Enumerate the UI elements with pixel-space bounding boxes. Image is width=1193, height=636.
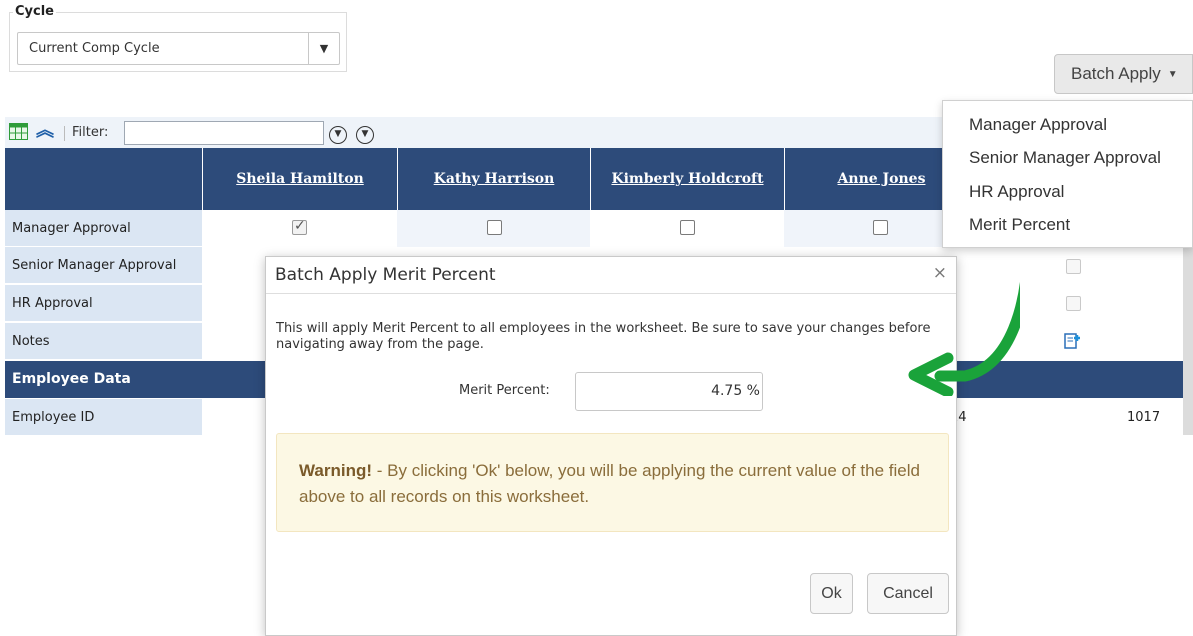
ok-button[interactable]: Ok <box>810 573 853 614</box>
employee-link[interactable]: Sheila Hamilton <box>236 171 364 187</box>
filter-input[interactable] <box>124 121 324 145</box>
cycle-select-value: Current Comp Cycle <box>29 41 160 56</box>
row-label-notes: Notes <box>5 323 202 360</box>
row-label-hr-approval: HR Approval <box>5 285 202 322</box>
manager-approval-checkbox[interactable] <box>680 220 695 235</box>
filter-down-icon[interactable]: ▼ <box>329 126 347 144</box>
add-note-icon[interactable] <box>1064 333 1082 350</box>
toolbar-divider <box>64 126 65 141</box>
column-header-employee[interactable]: Kimberly Holdcroft <box>590 148 784 210</box>
caret-down-icon: ▼ <box>1167 68 1178 80</box>
batch-apply-menu: Manager Approval Senior Manager Approval… <box>942 100 1193 248</box>
hr-approval-checkbox[interactable] <box>1066 296 1081 311</box>
employee-id-value: 1017 <box>1127 410 1161 425</box>
merit-percent-input[interactable]: 4.75 % <box>575 372 763 411</box>
cancel-button[interactable]: Cancel <box>867 573 949 614</box>
filter-label: Filter: <box>72 125 109 140</box>
dialog-divider <box>266 293 956 294</box>
warning-title: Warning! <box>299 461 373 480</box>
row-label-employee-id: Employee ID <box>5 399 202 436</box>
employee-link[interactable]: Anne Jones <box>838 171 926 187</box>
row-label-manager-approval: Manager Approval <box>5 210 202 247</box>
column-header-employee[interactable]: Sheila Hamilton <box>202 148 397 210</box>
annotation-arrow-icon <box>908 281 1020 396</box>
menu-item-merit-percent[interactable]: Merit Percent <box>969 215 1070 235</box>
filter-down-alt-icon[interactable]: ▼ <box>356 126 374 144</box>
chevron-down-icon[interactable]: ▼ <box>308 33 339 64</box>
batch-apply-dialog: Batch Apply Merit Percent × This will ap… <box>265 256 957 636</box>
grid-icon[interactable] <box>9 123 28 140</box>
batch-apply-label: Batch Apply <box>1071 64 1161 83</box>
senior-manager-approval-checkbox[interactable] <box>1066 259 1081 274</box>
menu-item-manager-approval[interactable]: Manager Approval <box>969 115 1107 135</box>
employee-link[interactable]: Kathy Harrison <box>434 171 555 187</box>
cycle-select[interactable]: Current Comp Cycle ▼ <box>17 32 340 65</box>
menu-item-hr-approval[interactable]: HR Approval <box>969 182 1064 202</box>
batch-apply-button[interactable]: Batch Apply ▼ <box>1054 54 1193 94</box>
column-header-employee[interactable]: Kathy Harrison <box>397 148 590 210</box>
section-label: Employee Data <box>12 371 131 387</box>
manager-approval-checkbox[interactable] <box>487 220 502 235</box>
dialog-title: Batch Apply Merit Percent <box>275 265 496 285</box>
dialog-description: This will apply Merit Percent to all emp… <box>276 321 931 352</box>
merit-percent-label: Merit Percent: <box>459 383 550 398</box>
warning-alert: Warning! - By clicking 'Ok' below, you w… <box>276 433 949 532</box>
grid-header-corner <box>5 148 202 210</box>
employee-link[interactable]: Kimberly Holdcroft <box>611 171 763 187</box>
row-label-senior-manager-approval: Senior Manager Approval <box>5 247 202 284</box>
warning-text: - By clicking 'Ok' below, you will be ap… <box>299 461 920 506</box>
manager-approval-checkbox[interactable] <box>292 218 307 235</box>
cycle-legend: Cycle <box>13 4 56 19</box>
manager-approval-checkbox[interactable] <box>873 220 888 235</box>
collapse-icon[interactable]: ︽ <box>36 121 56 141</box>
menu-item-senior-manager-approval[interactable]: Senior Manager Approval <box>969 148 1161 168</box>
